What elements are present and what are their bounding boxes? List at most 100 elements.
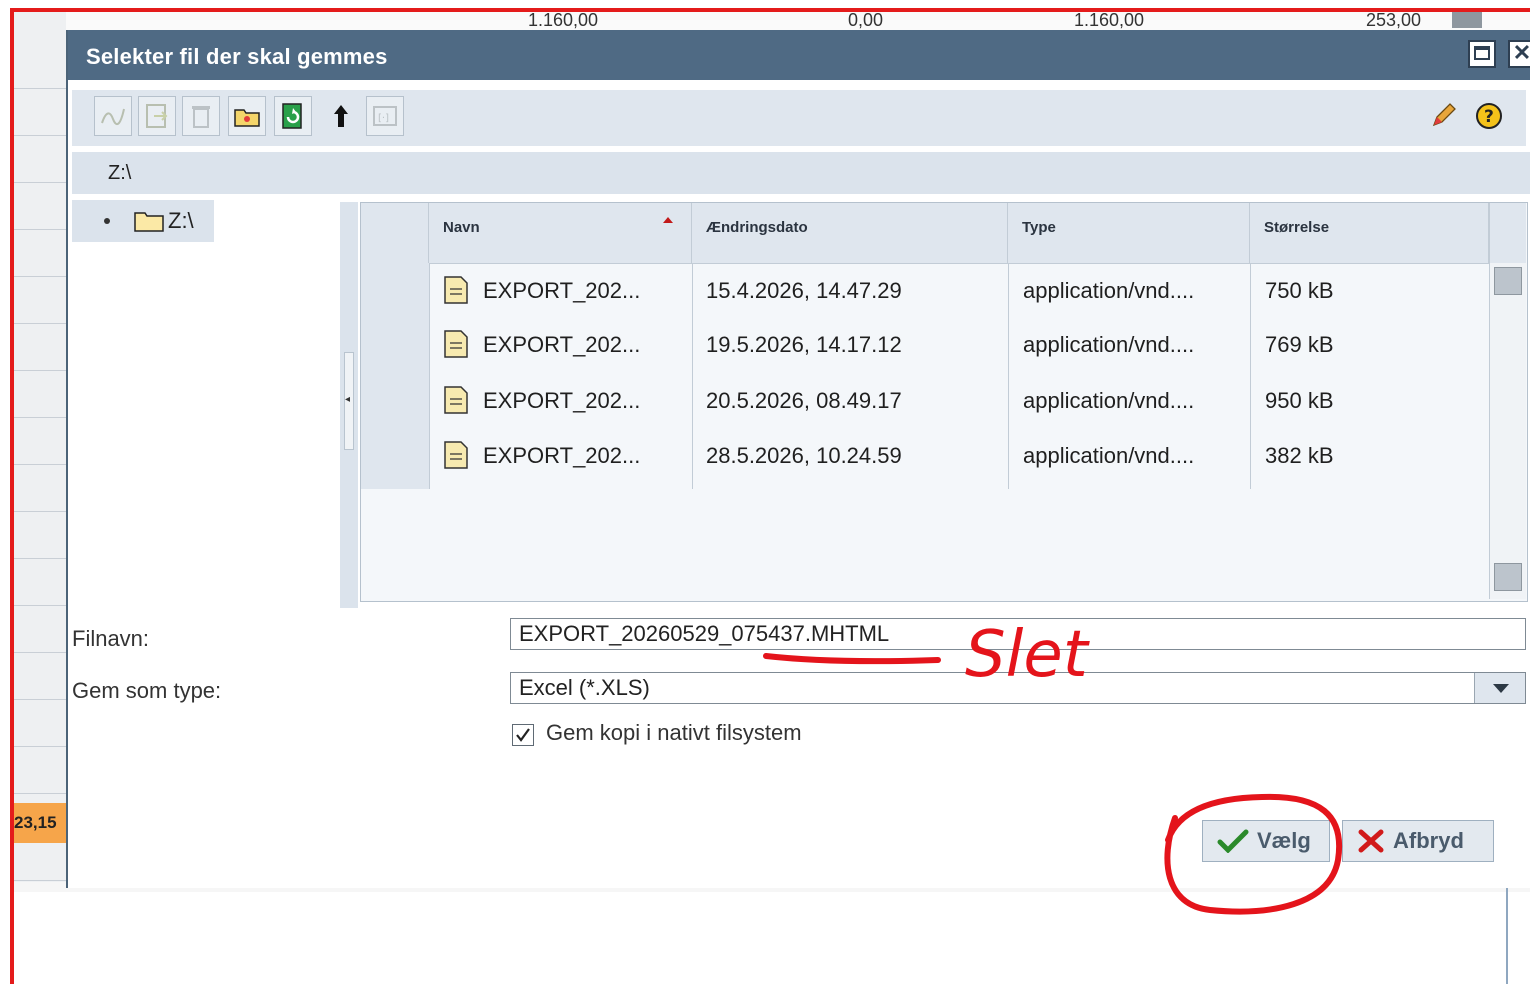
cancel-button-label: Afbryd [1393, 828, 1464, 853]
up-directory-icon[interactable] [322, 96, 360, 136]
background-row-line [14, 793, 66, 794]
new-folder-icon[interactable] [228, 96, 266, 136]
cell-date: 28.5.2026, 10.24.59 [706, 443, 902, 468]
background-cell-icon [1452, 12, 1482, 28]
file-table: Navn Ændringsdato Type Størrelse EXPORT_… [360, 202, 1528, 602]
current-path: Z:\ [108, 162, 132, 184]
column-header-type[interactable]: Type [1008, 203, 1250, 263]
document-icon [444, 441, 468, 469]
refresh-icon[interactable] [274, 96, 312, 136]
help-icon[interactable]: ? [1470, 96, 1508, 136]
path-bar: Z:\ [72, 152, 1530, 194]
row-selector-column[interactable] [361, 263, 430, 489]
background-row-line [14, 746, 66, 747]
dialog-toolbar: [·] ? [72, 90, 1526, 146]
filename-value: EXPORT_20260529_075437.MHTML [519, 621, 890, 646]
column-header-label: Ændringsdato [706, 219, 808, 236]
maximize-button[interactable] [1468, 40, 1496, 68]
background-row-line [14, 229, 66, 230]
red-x-icon [1358, 829, 1384, 853]
choose-button-label: Vælg [1257, 828, 1311, 853]
cell-type: application/vnd.... [1023, 332, 1195, 357]
delete-icon[interactable] [182, 96, 220, 136]
cell-date: 15.4.2026, 14.47.29 [706, 278, 902, 303]
choose-button[interactable]: Vælg [1202, 820, 1330, 862]
filetype-select[interactable]: Excel (*.XLS) [510, 672, 1526, 704]
move-icon[interactable] [138, 96, 176, 136]
document-icon [444, 276, 468, 304]
background-row-line [14, 558, 66, 559]
dialog-title: Selekter fil der skal gemmes [86, 44, 388, 69]
green-check-icon [1217, 829, 1249, 853]
background-row-line [14, 370, 66, 371]
cell-name: EXPORT_202... [483, 388, 641, 413]
row-selector-header[interactable] [361, 203, 429, 263]
cell-date: 19.5.2026, 14.17.12 [706, 332, 902, 357]
filetype-label: Gem som type: [72, 678, 222, 703]
table-header: Navn Ændringsdato Type Størrelse [361, 203, 1489, 264]
table-row[interactable]: EXPORT_202... 28.5.2026, 10.24.59 applic… [429, 428, 1489, 484]
table-row[interactable]: EXPORT_202... 19.5.2026, 14.17.12 applic… [429, 317, 1489, 373]
document-icon [444, 386, 468, 414]
copy-native-label: Gem kopi i nativt filsystem [546, 720, 802, 745]
filename-label: Filnavn: [72, 626, 150, 651]
svg-text:[·]: [·] [378, 113, 389, 124]
cell-size: 382 kB [1265, 443, 1334, 468]
background-row-header-column [14, 12, 67, 882]
column-header-label: Navn [443, 219, 480, 236]
tree-node-root[interactable]: Z:\ [72, 200, 214, 242]
background-highlighted-value: 23,15 [14, 813, 57, 832]
background-row-line [14, 464, 66, 465]
column-header-name[interactable]: Navn [429, 203, 692, 263]
cell-size: 950 kB [1265, 388, 1334, 413]
background-row-line [14, 88, 66, 89]
chevron-down-icon[interactable] [1474, 673, 1525, 703]
scroll-down-button[interactable] [1494, 563, 1522, 591]
background-cell-value: 1.160,00 [528, 10, 599, 30]
table-row[interactable]: EXPORT_202... 20.5.2026, 08.49.17 applic… [429, 373, 1489, 429]
collapse-arrow-icon[interactable]: ◂ [345, 394, 350, 405]
pane-splitter[interactable]: ◂ [340, 202, 358, 608]
save-file-dialog: Selekter fil der skal gemmes ✕ [·] ? Z:\… [66, 30, 1530, 888]
background-row-line [14, 699, 66, 700]
background-row-line [14, 605, 66, 606]
filename-input[interactable]: EXPORT_20260529_075437.MHTML [510, 618, 1526, 650]
background-row-line [14, 182, 66, 183]
properties-icon[interactable]: [·] [366, 96, 404, 136]
column-header-label: Størrelse [1264, 219, 1330, 236]
background-cell-value: 0,00 [848, 10, 884, 30]
vertical-scrollbar[interactable] [1489, 263, 1526, 599]
background-row-line [14, 276, 66, 277]
cell-name: EXPORT_202... [483, 443, 641, 468]
cell-date: 20.5.2026, 08.49.17 [706, 388, 902, 413]
sort-ascending-icon [663, 217, 673, 223]
close-button[interactable]: ✕ [1508, 40, 1530, 68]
background-row-line [14, 511, 66, 512]
background-row-line [14, 323, 66, 324]
background-row-line [14, 880, 66, 881]
scroll-up-button[interactable] [1494, 267, 1522, 295]
cancel-button[interactable]: Afbryd [1342, 820, 1494, 862]
background-row-line [14, 135, 66, 136]
copy-native-checkbox[interactable] [512, 724, 534, 746]
background-cell-value: 1.160,00 [1074, 10, 1145, 30]
document-icon [444, 330, 468, 358]
column-header-label: Type [1022, 219, 1056, 236]
column-header-size[interactable]: Størrelse [1250, 203, 1489, 263]
table-row[interactable]: EXPORT_202... 15.4.2026, 14.47.29 applic… [429, 263, 1489, 319]
folder-icon [134, 210, 164, 232]
rename-icon[interactable] [94, 96, 132, 136]
cell-size: 750 kB [1265, 278, 1334, 303]
dialog-titlebar: Selekter fil der skal gemmes ✕ [68, 30, 1530, 80]
cell-type: application/vnd.... [1023, 388, 1195, 413]
column-header-date[interactable]: Ændringsdato [692, 203, 1008, 263]
svg-text:?: ? [1484, 107, 1494, 127]
screenshot-frame-top [10, 8, 1530, 12]
edit-pencil-icon[interactable] [1424, 96, 1462, 136]
scroll-corner [1489, 203, 1526, 264]
folder-tree: Z:\ [72, 200, 340, 610]
background-row-line [14, 652, 66, 653]
cell-type: application/vnd.... [1023, 278, 1195, 303]
background-divider [1506, 888, 1508, 984]
checkmark-icon [516, 728, 530, 742]
